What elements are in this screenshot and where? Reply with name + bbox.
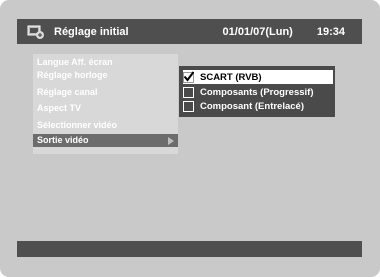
video-output-submenu: SCART (RVB) Composants (Progressif) Comp… <box>179 66 335 117</box>
option-label: SCART (RVB) <box>200 71 262 83</box>
menu-item-label: Aspect TV <box>37 103 82 113</box>
menu-item-selectionner-video[interactable]: Sélectionner vidéo <box>33 119 178 132</box>
option-label: Composants (Progressif) <box>200 86 314 98</box>
checkbox-checked-icon[interactable] <box>183 70 194 83</box>
menu-item-label: Sélectionner vidéo <box>37 120 118 130</box>
option-scart-rvb[interactable]: SCART (RVB) <box>183 70 333 84</box>
chevron-right-icon <box>168 137 174 145</box>
setup-menu: Langue Aff. écran Réglage horloge Réglag… <box>33 54 178 154</box>
menu-item-canal[interactable]: Réglage canal <box>33 86 178 99</box>
menu-item-label: Sortie vidéo <box>37 135 89 145</box>
checkbox-icon[interactable] <box>183 86 194 98</box>
date-display: 01/01/07(Lun) <box>222 25 293 38</box>
header-bar: Réglage initial 01/01/07(Lun) 19:34 <box>17 19 362 44</box>
option-label: Composant (Entrelacé) <box>200 100 304 112</box>
option-composants-progressif[interactable]: Composants (Progressif) <box>183 85 333 99</box>
checkbox-icon[interactable] <box>183 100 194 112</box>
menu-item-aspect-tv[interactable]: Aspect TV <box>33 102 178 115</box>
menu-item-horloge[interactable]: Réglage horloge <box>33 69 178 82</box>
menu-item-sortie-video[interactable]: Sortie vidéo <box>33 134 178 147</box>
osd-screen: Réglage initial 01/01/07(Lun) 19:34 Lang… <box>0 0 380 277</box>
page-title: Réglage initial <box>54 25 129 38</box>
menu-item-label: Réglage horloge <box>37 70 108 80</box>
menu-item-langue[interactable]: Langue Aff. écran <box>33 56 178 69</box>
menu-item-label: Réglage canal <box>37 87 98 97</box>
option-composant-entrelace[interactable]: Composant (Entrelacé) <box>183 99 333 113</box>
time-display: 19:34 <box>316 25 345 38</box>
setup-icon <box>27 24 45 40</box>
footer-bar <box>17 241 362 257</box>
menu-item-label: Langue Aff. écran <box>37 57 113 67</box>
